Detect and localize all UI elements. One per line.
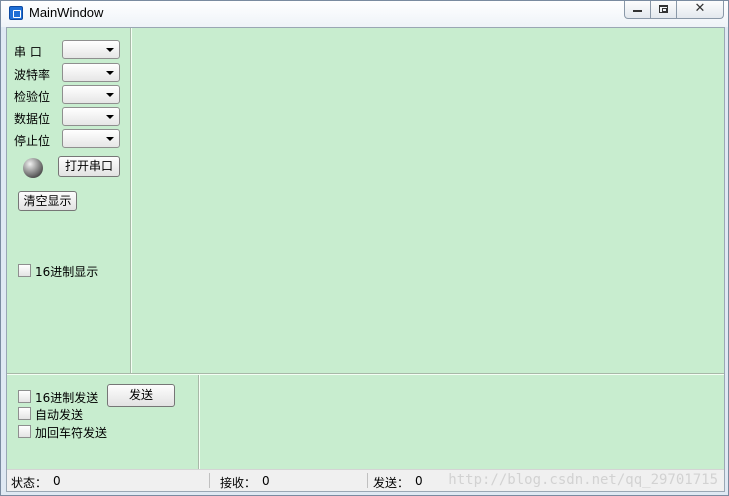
minimize-icon [633, 3, 642, 12]
chevron-down-icon [106, 48, 114, 52]
auto-send-label: 自动发送 [35, 408, 84, 422]
window-title: MainWindow [29, 5, 104, 20]
minimize-button[interactable] [624, 1, 651, 19]
add-cr-send-label: 加回车符发送 [35, 426, 108, 440]
databits-combobox[interactable] [62, 107, 120, 126]
status-state-label: 状态： [11, 476, 48, 490]
parity-combobox[interactable] [62, 85, 120, 104]
left-panel-divider [130, 28, 132, 373]
status-separator [367, 473, 368, 488]
send-panel-divider [198, 375, 200, 469]
status-send-label: 发送： [373, 476, 410, 490]
chevron-down-icon [106, 93, 114, 97]
app-icon [9, 6, 23, 20]
client-area: 串 口 波特率 检验位 数据位 停止位 打开串口 清空显示 16进制显示 16进… [6, 27, 725, 492]
baud-combobox[interactable] [62, 63, 120, 82]
port-status-led-icon [23, 158, 43, 178]
status-state-value: 0 [53, 474, 61, 488]
maximize-button[interactable] [650, 1, 677, 19]
stopbits-combobox[interactable] [62, 129, 120, 148]
port-combobox[interactable] [62, 40, 120, 59]
close-button[interactable]: ✕ [676, 1, 724, 19]
chevron-down-icon [106, 137, 114, 141]
status-send-value: 0 [415, 474, 423, 488]
status-separator [209, 473, 210, 488]
maximize-icon [659, 5, 668, 13]
chevron-down-icon [106, 115, 114, 119]
close-icon: ✕ [694, 1, 706, 16]
send-text-area[interactable] [201, 376, 723, 468]
databits-label: 数据位 [14, 112, 51, 126]
port-label: 串 口 [14, 45, 42, 59]
horizontal-divider[interactable] [7, 373, 724, 375]
hex-display-checkbox[interactable] [18, 264, 31, 277]
auto-send-checkbox[interactable] [18, 407, 31, 420]
add-cr-send-checkbox[interactable] [18, 425, 31, 438]
hex-send-checkbox[interactable] [18, 390, 31, 403]
main-window: MainWindow ✕ 串 口 波特率 检验位 数据位 停止位 打开串口 清空… [0, 0, 729, 496]
stopbits-label: 停止位 [14, 134, 51, 148]
status-bar: 状态： 0 接收： 0 发送： 0 http://blog.csdn.net/q… [7, 469, 724, 491]
chevron-down-icon [106, 71, 114, 75]
title-bar[interactable]: MainWindow ✕ [1, 1, 728, 27]
status-recv-label: 接收： [220, 476, 257, 490]
send-button[interactable]: 发送 [107, 384, 175, 407]
status-recv-value: 0 [262, 474, 270, 488]
clear-display-button[interactable]: 清空显示 [18, 191, 77, 211]
hex-display-label: 16进制显示 [35, 265, 99, 279]
baud-label: 波特率 [14, 68, 51, 82]
watermark-text: http://blog.csdn.net/qq_29701715 [448, 472, 718, 488]
open-port-button[interactable]: 打开串口 [58, 156, 120, 177]
parity-label: 检验位 [14, 90, 51, 104]
hex-send-label: 16进制发送 [35, 391, 99, 405]
receive-text-area[interactable] [133, 29, 723, 372]
